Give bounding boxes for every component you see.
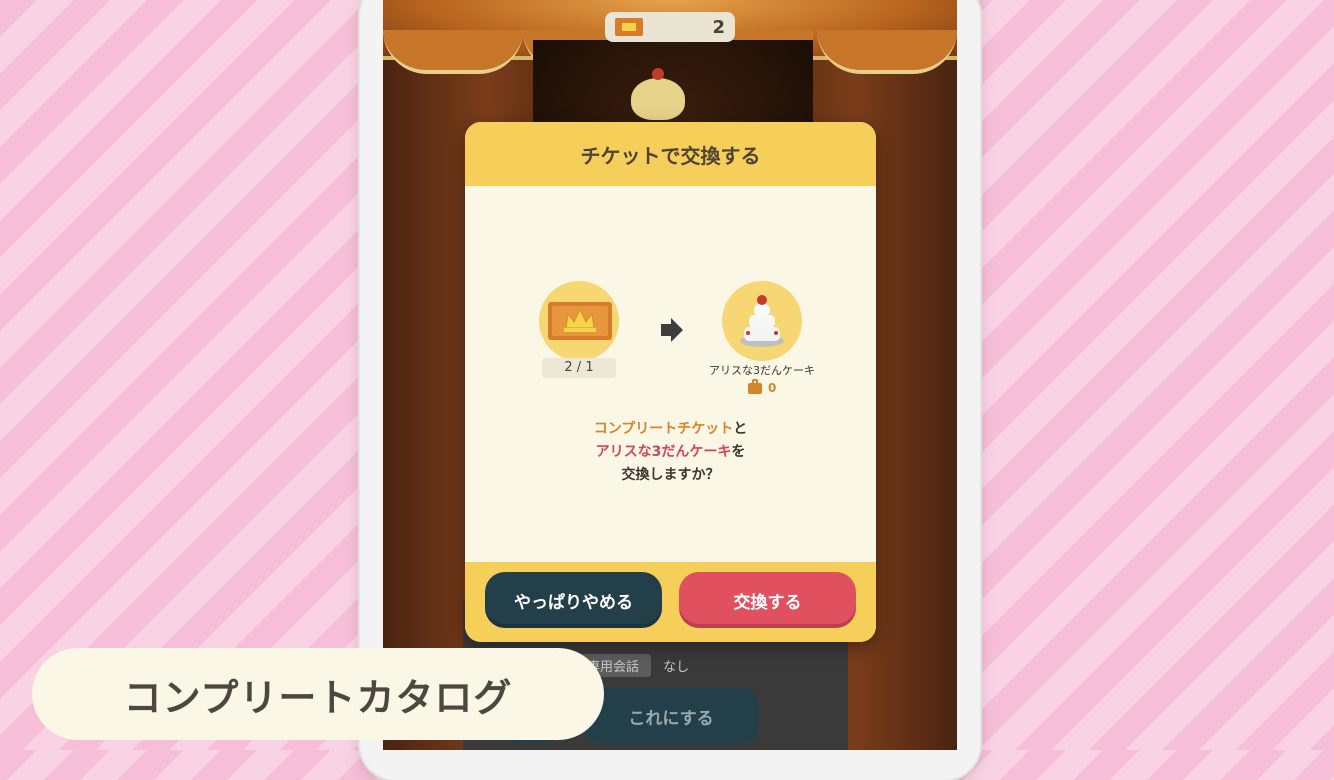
ticket-quantity: 2 / 1 <box>542 358 616 378</box>
exchange-button[interactable]: 交換する <box>679 572 856 628</box>
owned-indicator: 0 <box>748 378 777 395</box>
caption-text: コンプリートカタログ <box>123 675 513 720</box>
owned-count: 0 <box>768 381 777 395</box>
exchange-dialog: チケットで交換する <box>465 122 876 642</box>
cake-icon <box>740 295 784 347</box>
dialog-header: チケットで交換する <box>465 122 876 186</box>
message-particle: を <box>731 444 746 460</box>
teapot-decoration <box>631 68 685 120</box>
ticket-counter: 2 <box>605 12 735 42</box>
message-line-3: 交換しますか？ <box>621 467 720 483</box>
message-line-1: コンプリートチケットと <box>465 418 876 441</box>
bag-icon <box>748 378 762 394</box>
confirm-message: コンプリートチケットと アリスな3だんケーキを 交換しますか？ <box>465 418 876 487</box>
caption-banner: コンプリートカタログ <box>38 654 598 734</box>
arrow-right-icon <box>661 318 683 342</box>
ticket-icon <box>548 302 612 340</box>
message-line-2: アリスな3だんケーキを <box>465 441 876 464</box>
reward-name: アリスな3だんケーキ <box>709 364 815 377</box>
ticket-name-highlight: コンプリートチケット <box>593 421 734 437</box>
choose-this-button: これにする <box>583 688 759 744</box>
message-particle: と <box>733 421 748 437</box>
dialog-title: チケットで交換する <box>580 143 761 168</box>
ticket-icon <box>615 18 643 36</box>
curtain-scallop <box>383 30 523 74</box>
special-talk-value: なし <box>663 660 690 675</box>
cake-name-highlight: アリスな3だんケーキ <box>595 444 732 460</box>
cancel-button[interactable]: やっぱりやめる <box>485 572 662 628</box>
curtain-scallop <box>817 30 957 74</box>
ticket-count: 2 <box>712 16 725 38</box>
